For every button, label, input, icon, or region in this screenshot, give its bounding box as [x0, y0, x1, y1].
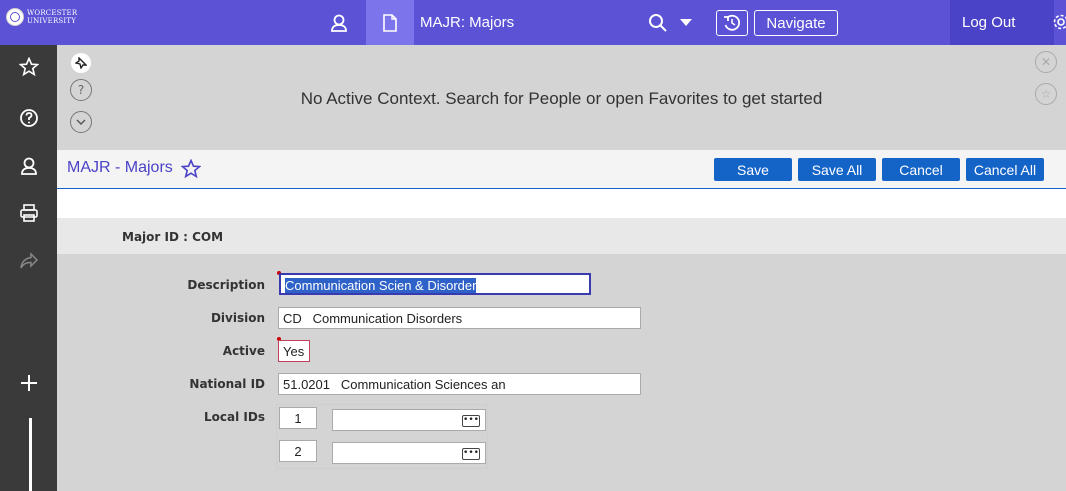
context-panel: ? No Active Context. Search for People o… [57, 45, 1066, 150]
description-label: Description [187, 278, 265, 292]
close-context-button[interactable]: ✕ [1035, 51, 1057, 73]
printer-icon [19, 204, 38, 222]
form-toolbar [57, 188, 1066, 218]
save-button[interactable]: Save [714, 158, 792, 181]
search-options-dropdown[interactable] [676, 0, 696, 45]
pin-button[interactable] [71, 53, 91, 73]
star-icon [180, 158, 202, 179]
form-header: MAJR - Majors Save Save All Cancel Cance… [57, 150, 1066, 188]
active-field[interactable]: Yes [278, 340, 310, 362]
gear-icon [1053, 14, 1066, 30]
close-icon: ✕ [1040, 55, 1052, 69]
top-bar: WORCESTER UNIVERSITY MAJR: Majors Naviga… [0, 0, 1066, 45]
ellipsis-icon[interactable]: ••• [462, 448, 480, 460]
help-icon [19, 109, 38, 127]
person-icon [20, 157, 37, 175]
star-icon [18, 57, 39, 77]
major-id-value: COM [192, 230, 224, 244]
page-title: MAJR: Majors [420, 14, 515, 31]
major-id-display: Major ID : COM [122, 230, 223, 244]
star-icon: ☆ [1040, 87, 1052, 101]
history-icon [724, 14, 741, 31]
search-icon [649, 13, 667, 32]
logout-button[interactable]: Log Out [950, 0, 1054, 45]
help-button[interactable] [0, 100, 57, 136]
cancel-button[interactable]: Cancel [882, 158, 960, 181]
share-icon [19, 252, 38, 269]
favorite-form-button[interactable] [180, 158, 202, 183]
pin-icon [75, 57, 87, 69]
university-logo[interactable]: WORCESTER UNIVERSITY [6, 6, 116, 28]
local-id-row-number: 2 [279, 440, 317, 462]
national-id-label: National ID [189, 377, 265, 391]
expand-context-button[interactable] [70, 111, 92, 133]
local-id-field[interactable]: ••• [332, 442, 486, 464]
save-all-button[interactable]: Save All [798, 158, 876, 181]
context-message: No Active Context. Search for People or … [300, 89, 823, 108]
logo-wordmark: WORCESTER UNIVERSITY [27, 9, 78, 25]
description-field[interactable]: Communication Scien & Disorder [279, 273, 591, 295]
cancel-all-button[interactable]: Cancel All [966, 158, 1044, 181]
plus-icon [20, 375, 37, 391]
favorites-button[interactable] [0, 49, 57, 85]
document-icon [383, 13, 397, 32]
settings-button[interactable] [1053, 0, 1066, 45]
sidebar-divider [29, 418, 32, 491]
division-field[interactable]: CD Communication Disorders [278, 307, 641, 329]
add-button[interactable] [0, 365, 57, 401]
active-label: Active [222, 344, 265, 358]
person-icon [331, 14, 347, 32]
person-button[interactable] [0, 148, 57, 184]
division-label: Division [210, 311, 265, 325]
form-body: Description Communication Scien & Disord… [57, 254, 1066, 491]
chevron-down-icon [76, 119, 86, 125]
key-bar: Major ID : COM [57, 218, 1066, 254]
local-id-field[interactable]: ••• [332, 409, 486, 431]
search-button[interactable] [644, 0, 672, 45]
university-seal-icon [6, 8, 24, 26]
favorite-context-button[interactable]: ☆ [1035, 83, 1057, 105]
major-id-label: Major ID : [122, 230, 188, 244]
local-ids-label: Local IDs [204, 410, 265, 424]
national-id-field[interactable]: 51.0201 Communication Sciences an [278, 373, 641, 395]
local-ids-grid: 1 ••• 2 ••• [276, 404, 488, 469]
navigate-button[interactable]: Navigate [754, 10, 838, 36]
caret-down-icon [680, 18, 692, 26]
print-button[interactable] [0, 195, 57, 231]
person-search-button[interactable] [318, 0, 360, 45]
local-id-row-number: 1 [279, 407, 317, 429]
form-search-button[interactable] [366, 0, 414, 45]
left-sidebar [0, 45, 57, 491]
form-title: MAJR - Majors [67, 159, 173, 176]
ellipsis-icon[interactable]: ••• [462, 415, 480, 427]
share-button[interactable] [0, 243, 57, 279]
history-button[interactable] [716, 10, 748, 36]
description-value: Communication Scien & Disorder [285, 278, 477, 293]
